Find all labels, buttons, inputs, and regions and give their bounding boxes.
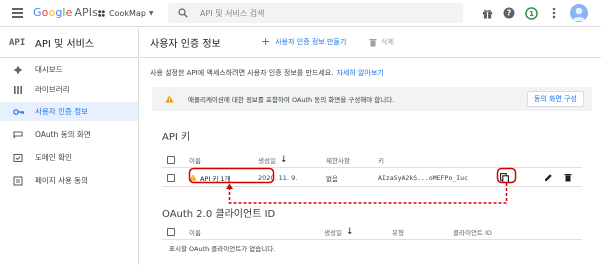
gift-icon[interactable]: [480, 6, 494, 20]
api-keys-title: API 키: [162, 132, 191, 143]
top-bar: Google APIs CookMap ▼ API 및 서비스 검색 ? 1: [0, 0, 601, 27]
plus-icon: +: [261, 35, 271, 48]
column-header-name: 이름: [189, 228, 201, 237]
sidebar-item-label: 도메인 확인: [35, 153, 72, 162]
sidebar-item-label: 라이브러리: [35, 85, 70, 94]
column-header-created-label: 생성일: [258, 156, 276, 165]
sidebar-item-label: 페이지 사용 동의: [35, 176, 89, 185]
banner-message: 애플리케이션에 대한 정보를 포함하여 OAuth 동의 화면을 구성해야 합니…: [188, 96, 395, 104]
column-header-type: 유형: [392, 228, 404, 237]
delete-key-button[interactable]: [564, 169, 572, 186]
copy-icon: [500, 172, 509, 183]
select-all-checkbox[interactable]: [167, 227, 175, 236]
oauth-consent-warning-banner: 애플리케이션에 대한 정보를 포함하여 OAuth 동의 화면을 구성해야 합니…: [152, 87, 592, 111]
sidebar-item-credentials[interactable]: 사용자 인증 정보: [0, 102, 138, 121]
main-header: 사용자 인증 정보 + 사용자 인증 정보 만들기 삭제: [140, 28, 601, 58]
api-key-restrictions: 없음: [326, 174, 338, 183]
project-selector[interactable]: CookMap ▼: [97, 7, 154, 20]
warning-icon: [189, 174, 197, 181]
avatar-person-icon: [572, 7, 586, 21]
project-dots-icon: [98, 10, 105, 17]
create-credentials-button[interactable]: + 사용자 인증 정보 만들기: [261, 35, 347, 48]
delete-label: 삭제: [381, 38, 394, 46]
sort-arrow-down-icon: ↓: [345, 226, 354, 237]
domain-verification-icon: [12, 152, 24, 164]
search-icon: [178, 8, 188, 18]
dashboard-icon: [12, 64, 24, 76]
main-content: 사용자 인증 정보 + 사용자 인증 정보 만들기 삭제 사용 설정한 API에…: [140, 28, 601, 265]
svg-text:?: ?: [507, 9, 512, 18]
help-icon[interactable]: ?: [502, 6, 516, 20]
sidebar-item-library[interactable]: 라이브러리: [0, 80, 138, 99]
trash-icon: [369, 38, 377, 46]
trash-icon: [564, 174, 572, 182]
page-title: 사용자 인증 정보: [150, 39, 221, 50]
edit-key-button[interactable]: [544, 169, 553, 186]
select-all-checkbox[interactable]: [167, 155, 175, 164]
row-checkbox[interactable]: [167, 173, 175, 182]
sidebar-item-label: OAuth 동의 화면: [35, 130, 91, 139]
column-header-client-id: 클라이언트 ID: [453, 228, 492, 237]
column-header-created[interactable]: 생성일 ↓: [324, 224, 354, 239]
more-options-icon[interactable]: [547, 6, 561, 20]
logo-google-text: Google: [33, 6, 73, 19]
library-icon: [12, 84, 24, 96]
logo-apis-text: APIs: [74, 6, 98, 19]
edit-pencil-icon: [545, 174, 552, 181]
api-keys-header-row: 이름 생성일 ↓ 제한사항 키: [162, 152, 582, 168]
sidebar-item-label: 사용자 인증 정보: [35, 107, 89, 116]
sidebar-item-label: 대시보드: [35, 65, 63, 74]
oauth-empty-message: 표시할 OAuth 클라이언트가 없습니다.: [169, 245, 276, 253]
oauth-header-row: 이름 생성일 ↓ 유형 클라이언트 ID: [162, 224, 582, 240]
sidebar-title: API 및 서비스: [35, 39, 94, 50]
table-row: API 키 1개 2020. 11. 9. 없음 AIzaSyA2kS...oM…: [162, 169, 582, 187]
sidebar-item-dashboard[interactable]: 대시보드: [0, 60, 138, 79]
sidebar-item-domain-verification[interactable]: 도메인 확인: [0, 148, 138, 167]
search-bar[interactable]: API 및 서비스 검색: [168, 3, 463, 23]
sidebar-item-page-usage-agreement[interactable]: 페이지 사용 동의: [0, 171, 138, 190]
api-badge: API: [9, 37, 26, 48]
intro-text: 사용 설정한 API에 액세스하려면 사용자 인증 정보를 만드세요. 자세히 알…: [150, 68, 384, 78]
sort-arrow-down-icon: ↓: [279, 154, 288, 165]
notifications-count: 1: [529, 10, 534, 18]
column-header-created[interactable]: 생성일 ↓: [258, 152, 288, 167]
project-name: CookMap: [109, 9, 146, 18]
delete-button[interactable]: 삭제: [369, 37, 394, 47]
api-key-name: API 키 1개: [200, 174, 231, 183]
column-header-created-label: 생성일: [324, 228, 342, 237]
chevron-down-icon: ▼: [148, 10, 154, 17]
search-input[interactable]: API 및 서비스 검색: [200, 8, 264, 19]
warning-icon: [165, 95, 174, 103]
learn-more-link[interactable]: 자세히 알아보기: [336, 69, 383, 77]
column-header-key: 키: [378, 156, 384, 165]
copy-key-button[interactable]: [500, 169, 509, 186]
sidebar-header: API API 및 서비스: [0, 28, 138, 58]
create-credentials-label: 사용자 인증 정보 만들기: [275, 38, 347, 46]
api-key-name-cell[interactable]: API 키 1개: [189, 169, 231, 186]
notifications-icon[interactable]: 1: [524, 6, 538, 20]
api-key-created: 2020. 11. 9.: [258, 173, 298, 182]
page-usage-agreement-icon: [12, 175, 24, 187]
key-icon: [12, 106, 24, 118]
column-header-restrictions: 제한사항: [326, 156, 350, 165]
configure-consent-screen-button[interactable]: 동의 화면 구성: [526, 91, 584, 107]
api-key-value: AIzaSyA2kS...oMEFPo_Iuc: [378, 173, 469, 182]
oauth-clients-title: OAuth 2.0 클라이언트 ID: [162, 209, 276, 220]
account-avatar[interactable]: [570, 4, 588, 22]
oauth-consent-icon: [12, 129, 24, 141]
intro-message: 사용 설정한 API에 액세스하려면 사용자 인증 정보를 만드세요.: [150, 69, 334, 77]
hamburger-menu-icon[interactable]: [12, 8, 23, 18]
sidebar-item-oauth-consent[interactable]: OAuth 동의 화면: [0, 125, 138, 144]
column-header-name: 이름: [189, 156, 201, 165]
left-navigation: API API 및 서비스 대시보드 라이브러리 사용자 인증 정보 OAuth…: [0, 28, 139, 265]
google-apis-logo[interactable]: Google APIs: [33, 6, 98, 19]
